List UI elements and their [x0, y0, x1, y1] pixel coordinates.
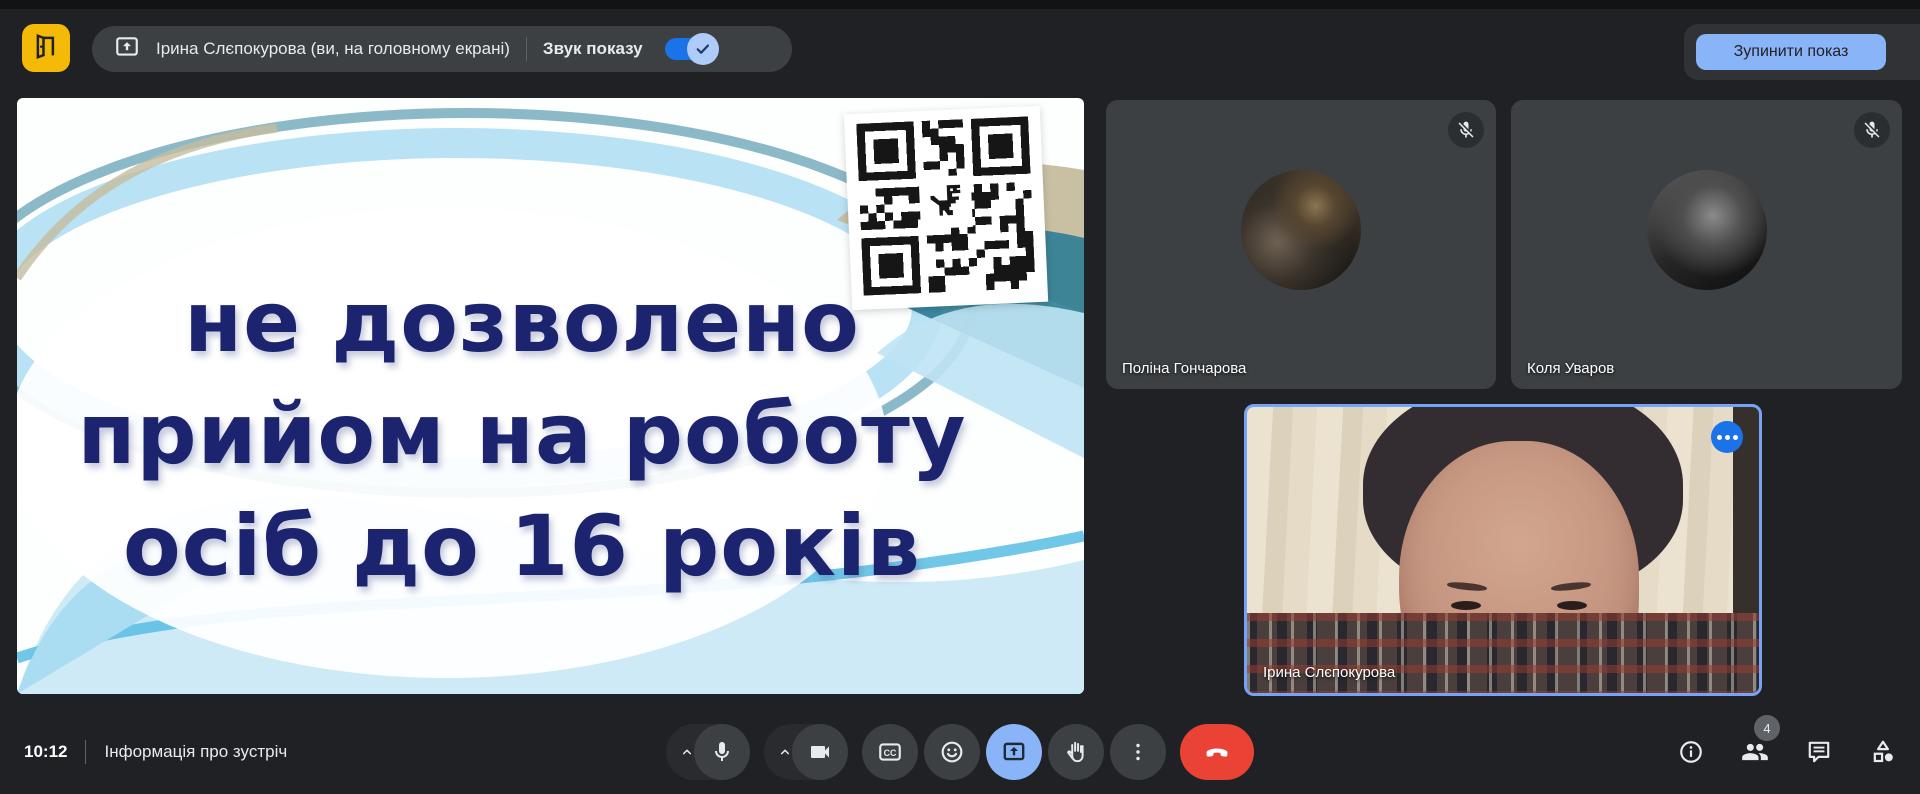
- avatar: [1241, 170, 1361, 290]
- meet-window: Ірина Слєпокурова (ви, на головному екра…: [0, 0, 1920, 794]
- info-icon: [1678, 739, 1704, 765]
- qr-code-panel: [844, 106, 1048, 310]
- mic-icon: [710, 740, 734, 764]
- share-sound-label: Звук показу: [543, 39, 643, 59]
- mic-off-icon: [1862, 120, 1882, 140]
- mic-off-badge: [1854, 112, 1890, 148]
- emoji-reactions-button[interactable]: [924, 724, 980, 780]
- vertical-dots-icon: [1126, 740, 1150, 764]
- slide-line-3: осіб до 16 років: [17, 490, 1027, 602]
- participant-tile-polina[interactable]: Поліна Гончарова: [1106, 100, 1496, 389]
- clock: 10:12: [24, 742, 67, 762]
- meeting-info-area: 10:12 Інформація про зустріч: [24, 710, 287, 794]
- present-button[interactable]: [986, 724, 1042, 780]
- activities-icon: [1869, 738, 1897, 766]
- door-icon: [31, 31, 61, 66]
- chrome-dino-icon: [919, 175, 973, 229]
- mic-button[interactable]: [694, 724, 750, 780]
- captions-button[interactable]: CC: [862, 724, 918, 780]
- mic-off-icon: [1456, 120, 1476, 140]
- camera-button[interactable]: [792, 724, 848, 780]
- shared-screen-slide: не дозволено прийом на роботу осіб до 16…: [17, 98, 1084, 694]
- participant-tile-kolia[interactable]: Коля Уваров: [1511, 100, 1902, 389]
- chat-panel-button[interactable]: [1804, 737, 1834, 767]
- tile-more-options-button[interactable]: [1711, 421, 1743, 453]
- people-panel-button[interactable]: 4: [1740, 737, 1770, 767]
- slide-text: не дозволено прийом на роботу осіб до 16…: [17, 266, 1027, 602]
- present-to-screen-icon: [1001, 739, 1027, 765]
- participant-name: Поліна Гончарова: [1122, 360, 1246, 377]
- meeting-info-label: Інформація про зустріч: [104, 742, 287, 762]
- participant-count-badge: 4: [1754, 715, 1780, 741]
- window-edge: [0, 0, 1920, 9]
- self-video-tile[interactable]: Ірина Слєпокурова: [1244, 404, 1762, 696]
- meeting-details-button[interactable]: [1676, 737, 1706, 767]
- svg-text:CC: CC: [884, 748, 897, 758]
- cc-icon: CC: [877, 739, 903, 765]
- stop-presenting-button[interactable]: Зупинити показ: [1696, 34, 1886, 70]
- camera-button-group[interactable]: [764, 724, 848, 780]
- video-person-shirt: [1247, 613, 1759, 696]
- top-bar: Ірина Слєпокурова (ви, на головному екра…: [0, 0, 1920, 90]
- smiley-icon: [939, 739, 965, 765]
- hand-icon: [1063, 739, 1089, 765]
- bottom-bar: 10:12 Інформація про зустріч: [0, 710, 1920, 794]
- phone-hangup-icon: [1203, 738, 1231, 766]
- present-to-screen-icon: [114, 34, 140, 65]
- toggle-check-icon: [687, 33, 719, 65]
- slide-line-2: прийом на роботу: [17, 378, 1027, 490]
- panel-buttons: 4: [1676, 710, 1898, 794]
- more-options-button[interactable]: [1110, 724, 1166, 780]
- door-extension-button[interactable]: [22, 24, 70, 72]
- activities-panel-button[interactable]: [1868, 737, 1898, 767]
- camera-icon: [808, 740, 832, 764]
- raise-hand-button[interactable]: [1048, 724, 1104, 780]
- stop-presenting-panel: Зупинити показ: [1684, 24, 1920, 80]
- end-call-button[interactable]: [1180, 724, 1254, 780]
- chat-icon: [1806, 739, 1832, 765]
- people-icon: [1741, 738, 1769, 766]
- share-sound-toggle[interactable]: [665, 38, 711, 60]
- mic-off-badge: [1448, 112, 1484, 148]
- presenting-status-pill: Ірина Слєпокурова (ви, на головному екра…: [92, 26, 792, 72]
- mic-button-group[interactable]: [666, 724, 750, 780]
- divider: [85, 740, 86, 764]
- avatar: [1647, 170, 1767, 290]
- presenting-label: Ірина Слєпокурова (ви, на головному екра…: [156, 39, 510, 59]
- participant-name: Коля Уваров: [1527, 360, 1614, 377]
- call-controls: CC: [666, 724, 1254, 780]
- self-name: Ірина Слєпокурова: [1263, 664, 1395, 681]
- divider: [526, 37, 527, 61]
